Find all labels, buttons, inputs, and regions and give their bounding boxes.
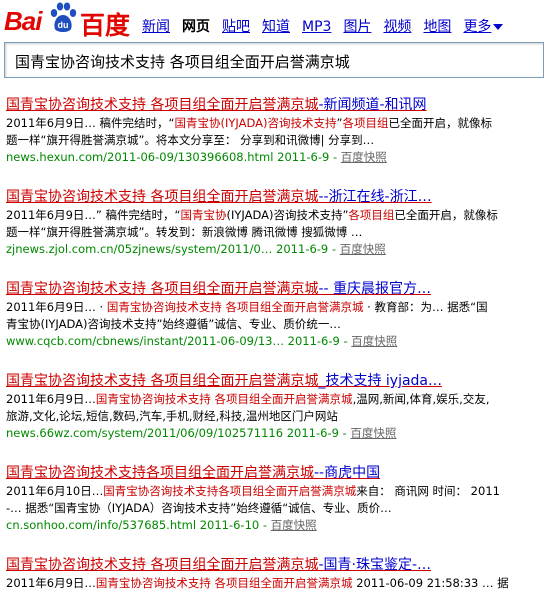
nav-item-web[interactable]: 网页 (182, 16, 210, 36)
result-url: news.hexun.com/2011-06-09/130396608.html (6, 150, 274, 164)
result-meta: cn.sonhoo.com/info/537685.html 2011-6-10… (6, 518, 317, 532)
result-title-link[interactable]: 国青宝协咨询技术支持 各项目组全面开启誉满京城-国青·珠宝鉴定-… (6, 556, 546, 574)
snippet-highlight: 国青宝协咨询技术支持 各项目组全面开启誉满京城 (106, 300, 364, 314)
cache-link[interactable]: 百度快照 (271, 518, 317, 532)
snippet-text: 2011年6月10日… (6, 484, 104, 498)
result-title-highlight: 国青宝协咨询技术支持 各项目组全面开启誉满京城 (6, 281, 319, 297)
nav-item-video[interactable]: 视频 (383, 16, 411, 36)
result-date: 2011-6-9 (276, 242, 329, 256)
cache-link[interactable]: 百度快照 (350, 426, 396, 440)
result-title-highlight: 国青宝协咨询技术支持 各项目组全面开启誉满京城 (6, 373, 319, 389)
result-title-tail: -国青·珠宝鉴定-… (318, 557, 432, 573)
snippet-text: 2011年6月9日… (6, 392, 96, 406)
snippet-text: 2011年6月9日… · (6, 300, 107, 314)
snippet-highlight: 国青宝协咨询技术支持 各项目组全面开启誉满京城 (95, 576, 353, 590)
result-snippet: 2011年6月9日…” 稿件完结时，“国青宝协(IYJADA)咨询技术支持”各项… (6, 207, 544, 241)
snippet-text: · 教育部：为… 据悉“国 (363, 300, 488, 314)
result-date: 2011-6-9 (286, 426, 339, 440)
result-url: cn.sonhoo.com/info/537685.html (6, 518, 197, 532)
nav-item-tieba[interactable]: 贴吧 (222, 16, 250, 36)
snippet-text: 来自： 商讯网 时间： 2011 (356, 484, 500, 498)
result-title-highlight: 国青宝协咨询技术支持 各项目组全面开启誉满京城 (6, 557, 319, 573)
snippet-text: 2011-06-09 21:58:33 … 据 (352, 576, 509, 590)
search-result: 国青宝协咨询技术支持 各项目组全面开启誉满京城-- 重庆晨报官方… 2011年6月… (6, 280, 546, 350)
search-input[interactable] (13, 45, 537, 77)
logo-latin-text: Bai (4, 6, 42, 36)
snippet-highlight: 各项目组 (348, 208, 395, 222)
snippet-text: 已全面开启，就像标 (394, 208, 498, 222)
result-title-link[interactable]: 国青宝协咨询技术支持 各项目组全面开启誉满京城--浙江在线-浙江… (6, 188, 546, 206)
header: Bai du 百度 新闻 网页 贴吧 知道 MP3 图片 视频 地图 更多 (0, 0, 548, 40)
snippet-text: 2011年6月9日… (6, 576, 96, 590)
snippet-text: -… 据悉“国青宝协（IYJADA）咨询技术支持”始终遵循“诚信、专业、质价… (6, 501, 392, 515)
result-snippet: 2011年6月9日… 稿件完结时，“国青宝协(IYJADA)咨询技术支持”各项目… (6, 115, 544, 149)
result-meta: news.66wz.com/system/2011/06/09/10257111… (6, 426, 397, 440)
result-title-tail: --商虎中国 (314, 465, 381, 481)
result-meta: news.hexun.com/2011-06-09/130396608.html… (6, 150, 387, 164)
result-title-tail: _技术支持 iyjada… (318, 373, 443, 389)
result-snippet: 2011年6月9日… · 国青宝协咨询技术支持 各项目组全面开启誉满京城 · 教… (6, 299, 544, 333)
snippet-text: ,温网,新闻,体育,娱乐,交友, (352, 392, 490, 406)
search-result: 国青宝协咨询技术支持 各项目组全面开启誉满京城-新闻频道-和讯网 2011年6月9… (6, 96, 546, 166)
cache-link[interactable]: 百度快照 (351, 334, 397, 348)
snippet-text: 题一样“旗开得胜誉满京城”。将本文分享至： 分享到和讯微博| 分享到… (6, 133, 375, 147)
nav-item-news[interactable]: 新闻 (142, 16, 170, 36)
result-url: zjnews.zjol.com.cn/05zjnews/system/2011/… (6, 242, 273, 256)
result-title-link[interactable]: 国青宝协咨询技术支持 各项目组全面开启誉满京城_技术支持 iyjada… (6, 372, 546, 390)
search-result: 国青宝协咨询技术支持 各项目组全面开启誉满京城-国青·珠宝鉴定-… 2011年6月… (6, 556, 546, 592)
nav-item-zhidao[interactable]: 知道 (262, 16, 290, 36)
search-result: 国青宝协咨询技术支持 各项目组全面开启誉满京城--浙江在线-浙江… 2011年6月… (6, 188, 546, 258)
nav-item-maps[interactable]: 地图 (423, 16, 451, 36)
result-meta: www.cqcb.com/cbnews/instant/2011-06-09/1… (6, 334, 398, 348)
results-list: 国青宝协咨询技术支持 各项目组全面开启誉满京城-新闻频道-和讯网 2011年6月9… (6, 96, 546, 614)
top-nav: 新闻 网页 贴吧 知道 MP3 图片 视频 地图 更多 (142, 16, 515, 36)
result-title-highlight: 国青宝协咨询技术支持 各项目组全面开启誉满京城 (6, 189, 319, 205)
snippet-text: 2011年6月9日… 稿件完结时，“ (6, 116, 175, 130)
cache-link[interactable]: 百度快照 (340, 242, 386, 256)
snippet-highlight: 国青宝协咨询技术支持 各项目组全面开启誉满京城 (95, 392, 353, 406)
chevron-down-icon (493, 24, 504, 30)
result-snippet: 2011年6月9日…国青宝协咨询技术支持 各项目组全面开启誉满京城 2011-0… (6, 575, 544, 592)
result-date: 2011-6-9 (277, 150, 330, 164)
paw-icon: du (50, 2, 77, 32)
search-box[interactable] (4, 42, 544, 78)
result-url: www.cqcb.com/cbnews/instant/2011-06-09/1… (6, 334, 284, 348)
result-title-tail: -新闻频道-和讯网 (318, 97, 427, 113)
search-result: 国青宝协咨询技术支持各项目组全面开启誉满京城--商虎中国 2011年6月10日…国… (6, 464, 546, 534)
snippet-text: 题一样“旗开得胜誉满京城”。转发到：新浪微博 腾讯微博 搜狐微博 … (6, 225, 363, 239)
result-date: 2011-6-10 (199, 518, 260, 532)
result-title-highlight: 国青宝协咨询技术支持各项目组全面开启誉满京城 (6, 465, 314, 481)
snippet-text: 2011年6月9日…” 稿件完结时，“ (6, 208, 181, 222)
result-date: 2011-6-9 (287, 334, 340, 348)
snippet-highlight: 国青宝协(IYJADA)咨询技术支持 (174, 116, 337, 130)
paw-text: du (58, 20, 69, 30)
snippet-text: 旅游,文化,论坛,短信,数码,汽车,手机,财经,科技,温州地区门户网站 (6, 409, 338, 423)
snippet-highlight: 国青宝协 (180, 208, 227, 222)
result-url: news.66wz.com/system/2011/06/09/10257111… (6, 426, 284, 440)
snippet-highlight: 国青宝协咨询技术支持各项目组全面开启誉满京城 (103, 484, 357, 498)
nav-item-mp3[interactable]: MP3 (302, 19, 331, 35)
result-title-link[interactable]: 国青宝协咨询技术支持各项目组全面开启誉满京城--商虎中国 (6, 464, 546, 482)
more-label: 更多 (463, 19, 492, 35)
snippet-highlight: 各项目组 (342, 116, 389, 130)
snippet-text: 青宝协(IYJADA)咨询技术支持”始终遵循”诚信、专业、质价统一… (6, 317, 341, 331)
search-result: 国青宝协咨询技术支持 各项目组全面开启誉满京城_技术支持 iyjada… 2011… (6, 372, 546, 442)
logo-chinese-text: 百度 (80, 12, 131, 40)
result-title-highlight: 国青宝协咨询技术支持 各项目组全面开启誉满京城 (6, 97, 319, 113)
result-title-tail: --浙江在线-浙江… (318, 189, 432, 205)
result-title-link[interactable]: 国青宝协咨询技术支持 各项目组全面开启誉满京城-新闻频道-和讯网 (6, 96, 546, 114)
result-title-link[interactable]: 国青宝协咨询技术支持 各项目组全面开启誉满京城-- 重庆晨报官方… (6, 280, 546, 298)
baidu-logo[interactable]: Bai du 百度 (4, 2, 134, 40)
snippet-text: (IYJADA)咨询技术支持” (226, 208, 349, 222)
nav-item-more[interactable]: 更多 (463, 16, 504, 36)
cache-link[interactable]: 百度快照 (341, 150, 387, 164)
result-meta: zjnews.zjol.com.cn/05zjnews/system/2011/… (6, 242, 386, 256)
result-snippet: 2011年6月10日…国青宝协咨询技术支持各项目组全面开启誉满京城来自： 商讯网… (6, 483, 544, 517)
snippet-text: 已全面开启，就像标 (388, 116, 492, 130)
result-snippet: 2011年6月9日…国青宝协咨询技术支持 各项目组全面开启誉满京城,温网,新闻,… (6, 391, 544, 425)
result-title-tail: -- 重庆晨报官方… (318, 281, 432, 297)
nav-item-images[interactable]: 图片 (343, 16, 371, 36)
